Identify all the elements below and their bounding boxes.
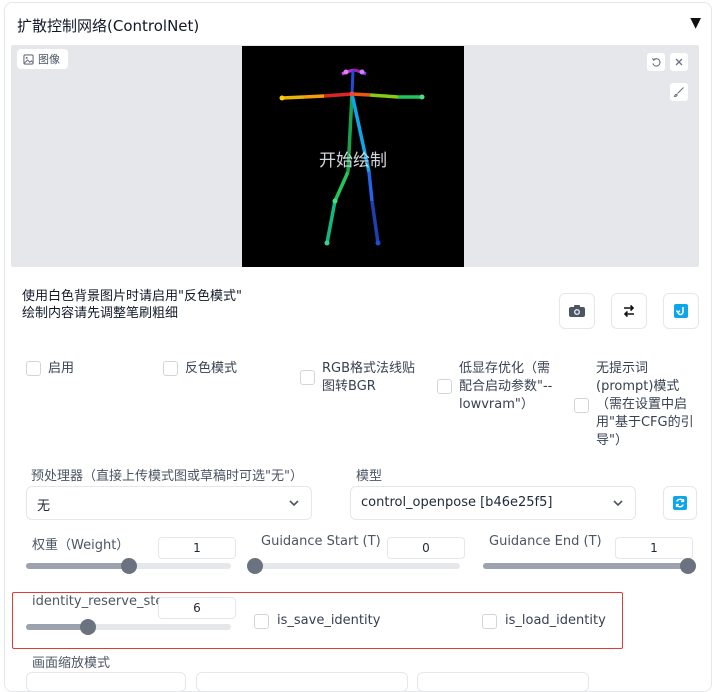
image-label-text: 图像	[38, 53, 60, 66]
resize-mode-option-3[interactable]	[417, 672, 589, 692]
weight-label: 权重（Weight）	[32, 538, 130, 553]
image-icon	[23, 53, 34, 65]
guess-mode-checkbox[interactable]	[574, 398, 589, 413]
guidance-end-slider[interactable]	[483, 558, 696, 574]
is-load-identity-label: is_load_identity	[505, 613, 606, 628]
is-save-identity-label: is_save_identity	[277, 613, 381, 628]
identity-reserve-step-number-input[interactable]: 6	[158, 597, 236, 619]
weight-slider-fill	[26, 563, 129, 569]
guidance-start-slider[interactable]	[247, 558, 460, 574]
image-input-area[interactable]: 图像 开始绘制	[11, 45, 699, 267]
resize-mode-option-2[interactable]	[196, 672, 408, 692]
lowvram-checkbox[interactable]	[437, 379, 452, 394]
lowvram-label: 低显存优化（需 配合启动参数"-- lowvram"）	[459, 361, 553, 412]
guidance-start-label: Guidance Start (T)	[261, 534, 381, 549]
model-select[interactable]: control_openpose [b46e25f5]	[350, 486, 636, 520]
camera-button[interactable]	[559, 293, 595, 329]
chevron-down-icon	[289, 500, 299, 507]
brush-button[interactable]	[670, 83, 688, 101]
swap-arrows-icon	[623, 304, 635, 318]
collapse-toggle-icon[interactable]: ▼	[690, 15, 701, 31]
guidance-end-slider-thumb[interactable]	[680, 558, 696, 574]
send-dimensions-button[interactable]	[663, 293, 699, 329]
clear-button[interactable]	[670, 53, 688, 71]
guidance-end-label: Guidance End (T)	[489, 534, 602, 549]
preprocessor-value: 无	[37, 499, 51, 514]
guidance-start-number-input[interactable]: 0	[387, 537, 465, 559]
undo-icon	[651, 57, 660, 67]
guidance-end-number-input[interactable]: 1	[615, 537, 693, 559]
drawing-canvas[interactable]: 开始绘制	[242, 46, 464, 267]
panel-header[interactable]: 扩散控制网络(ControlNet) ▼	[15, 15, 701, 39]
canvas-start-drawing-text: 开始绘制	[319, 151, 387, 171]
panel-title: 扩散控制网络(ControlNet)	[17, 17, 200, 35]
weight-number-input[interactable]: 1	[158, 537, 236, 559]
model-value: control_openpose [b46e25f5]	[361, 495, 553, 510]
refresh-models-button[interactable]	[663, 486, 697, 520]
preprocessor-label: 预处理器（直接上传模式图或草稿时可选"无"）	[31, 469, 303, 484]
identity-reserve-step-slider-fill	[26, 624, 88, 630]
chevron-down-icon	[613, 500, 623, 507]
resize-mode-label: 画面缩放模式	[32, 656, 111, 671]
image-label: 图像	[17, 49, 68, 69]
preprocessor-select[interactable]: 无	[26, 486, 312, 520]
close-icon	[675, 58, 683, 66]
invert-label: 反色模式	[185, 361, 238, 376]
swap-button[interactable]	[611, 293, 647, 329]
model-label: 模型	[356, 469, 383, 484]
enable-label: 启用	[48, 361, 75, 376]
identity-reserve-step-label: identity_reserve_step	[32, 594, 172, 609]
is-save-identity-checkbox[interactable]	[254, 614, 269, 629]
weight-slider-thumb[interactable]	[120, 558, 137, 574]
enable-checkbox[interactable]	[26, 361, 41, 376]
brush-icon	[673, 87, 684, 98]
resize-mode-option-1[interactable]	[26, 672, 186, 692]
refresh-icon	[673, 496, 687, 510]
rgb-to-bgr-checkbox[interactable]	[300, 370, 315, 385]
identity-reserve-step-slider[interactable]	[26, 619, 231, 635]
identity-reserve-step-slider-thumb[interactable]	[79, 619, 96, 635]
invert-checkbox[interactable]	[163, 361, 178, 376]
is-load-identity-checkbox[interactable]	[482, 614, 497, 629]
guidance-start-slider-thumb[interactable]	[247, 558, 263, 574]
undo-button[interactable]	[647, 53, 665, 71]
hint-brush-size: 绘制内容请先调整笔刷粗细	[22, 306, 179, 321]
camera-icon	[569, 305, 585, 317]
return-arrow-icon	[674, 304, 688, 318]
rgb-to-bgr-label: RGB格式法线贴 图转BGR	[322, 361, 416, 394]
weight-slider[interactable]	[26, 558, 231, 574]
guess-mode-label: 无提示词 (prompt)模式 （需在设置中启 用"基于CFG的引 导"）	[596, 361, 694, 448]
guidance-end-slider-fill	[483, 563, 688, 569]
